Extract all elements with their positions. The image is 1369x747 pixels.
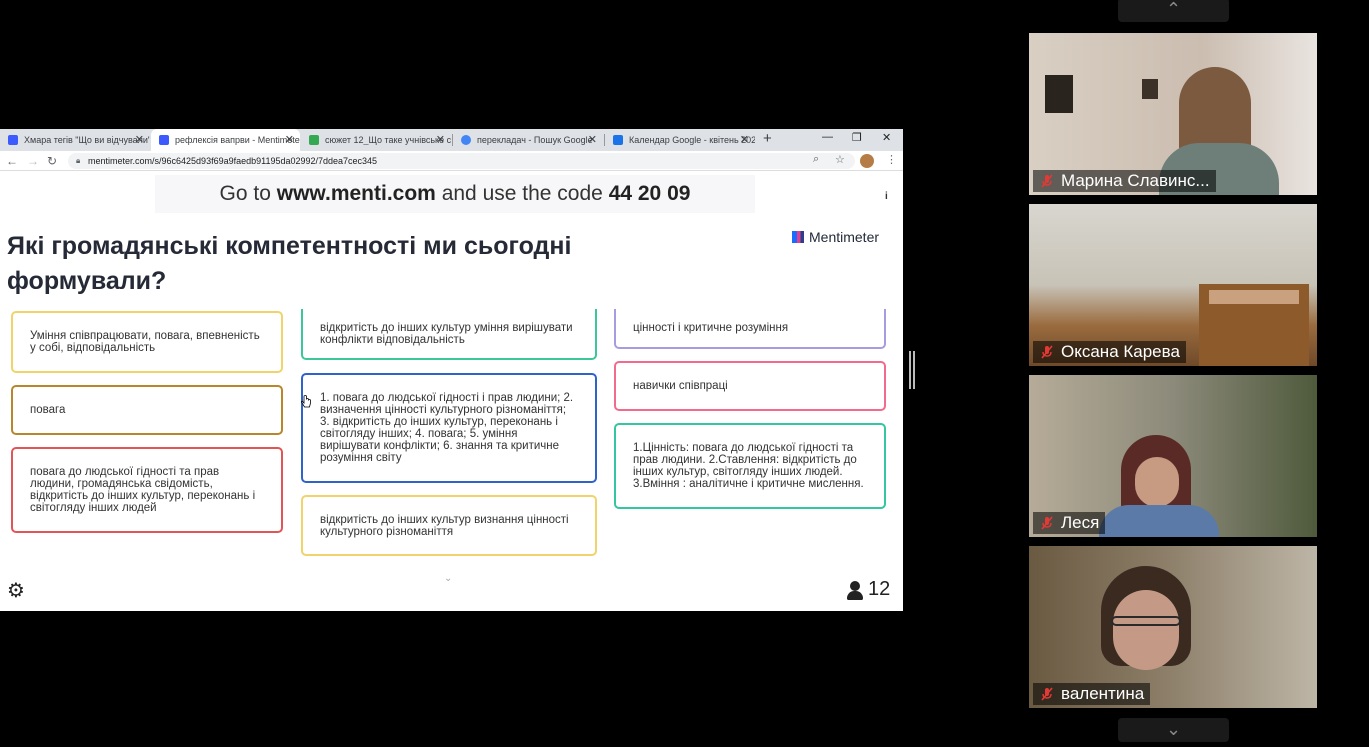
brand-label: Mentimeter — [809, 229, 880, 245]
response-card: навички співпраці — [614, 361, 886, 411]
close-window-icon[interactable]: ✕ — [882, 131, 891, 144]
question-title: Які громадянські компетентності ми сього… — [7, 232, 572, 295]
response-text: повага — [30, 404, 66, 416]
join-code: 44 20 09 — [608, 182, 691, 205]
participant-name: Леся — [1033, 512, 1106, 534]
participant-face — [1113, 590, 1179, 670]
mic-muted-icon — [1041, 687, 1053, 701]
response-text: Уміння співпрацювати, повага, впевненіст… — [30, 330, 260, 354]
response-text: цінності і критичне розуміння — [633, 322, 789, 334]
tab-label: перекладач - Пошук Google — [477, 135, 593, 145]
mentimeter-favicon-icon — [8, 135, 18, 145]
menti-site: www.menti.com — [276, 182, 436, 205]
browser-menu-icon[interactable]: ⋮ — [886, 153, 897, 166]
zoom-icon[interactable]: ⌕ — [813, 153, 819, 166]
forward-icon[interactable]: → — [27, 154, 39, 168]
tab-label: рефлексія вапрви - Mentimeter — [175, 135, 300, 145]
screen: Хмара тегів "Що ви відчували" ✕ рефлексі… — [0, 0, 1369, 747]
response-text: відкритість до інших культур визнання ці… — [320, 513, 569, 538]
scroll-up-button[interactable]: ⌃ — [1118, 0, 1229, 22]
response-card: цінності і критичне розуміння — [614, 309, 886, 349]
close-tab-icon[interactable]: ✕ — [436, 133, 445, 146]
code-middle: and use the code — [441, 182, 603, 205]
restore-icon[interactable]: ❐ — [852, 131, 862, 144]
back-icon[interactable]: ← — [6, 154, 18, 168]
close-tab-icon[interactable]: ✕ — [135, 133, 144, 146]
tab-4[interactable]: перекладач - Пошук Google ✕ — [453, 129, 603, 151]
new-tab-icon[interactable]: + — [763, 130, 772, 147]
tab-label: Календар Google - квітень 2021 — [629, 135, 755, 145]
response-text: відкритість до інших культур уміння вирі… — [320, 321, 573, 346]
tab-label: Хмара тегів "Що ви відчували" — [24, 135, 150, 145]
reload-icon[interactable]: ↻ — [47, 154, 57, 168]
video-tile[interactable]: Оксана Карева — [1029, 204, 1317, 366]
response-card: 1.Цінність: повага до людської гідності … — [614, 423, 886, 509]
address-bar: ← → ↻ 🔒︎ mentimeter.com/s/96c6425d93f69a… — [0, 151, 903, 171]
url-text: mentimeter.com/s/96c6425d93f69a9faedb911… — [88, 156, 378, 166]
mic-muted-icon — [1041, 345, 1053, 359]
participant-silhouette — [1099, 505, 1219, 537]
wall-picture — [1142, 79, 1158, 99]
split-view-handle[interactable] — [909, 351, 915, 389]
wall-picture — [1045, 75, 1073, 113]
mentimeter-logo: Mentimeter — [792, 229, 879, 245]
mentimeter-favicon-icon — [159, 135, 169, 145]
close-tab-icon[interactable]: ✕ — [588, 133, 597, 146]
response-card: повага до людської гідності та прав люди… — [11, 447, 283, 533]
participant-name: валентина — [1033, 683, 1151, 705]
bookmark-star-icon[interactable]: ☆ — [835, 153, 845, 166]
participant-count-value: 12 — [868, 578, 891, 600]
glasses — [1111, 616, 1181, 626]
mic-muted-icon — [1041, 516, 1053, 530]
close-tab-icon[interactable]: ✕ — [740, 133, 749, 146]
profile-avatar[interactable] — [860, 154, 874, 168]
mentimeter-logo-icon — [792, 231, 804, 243]
hand-cursor-icon — [301, 395, 311, 408]
response-text: 1.Цінність: повага до людської гідності … — [633, 442, 864, 490]
video-tile[interactable]: Марина Славинс... — [1029, 33, 1317, 195]
scroll-down-button[interactable]: ⌄ — [1118, 718, 1229, 742]
response-card: Уміння співпрацювати, повага, впевненіст… — [11, 311, 283, 373]
close-tab-icon[interactable]: ✕ — [285, 133, 294, 146]
tab-label: сюжет 12_Що таке учнівське самоврядуванн… — [325, 135, 451, 145]
participant-name: Марина Славинс... — [1033, 170, 1216, 192]
participant-name: Оксана Карева — [1033, 341, 1186, 363]
tab-1[interactable]: Хмара тегів "Що ви відчували" ✕ — [0, 129, 150, 151]
shared-browser-window: Хмара тегів "Що ви відчували" ✕ рефлексі… — [0, 129, 903, 611]
code-prefix: Go to — [219, 182, 271, 205]
info-icon[interactable]: i — [885, 191, 888, 202]
response-card: повага — [11, 385, 283, 435]
chevron-down-icon[interactable]: ⌄ — [444, 573, 452, 584]
join-code-banner: Go to www.menti.com and use the code 44 … — [155, 175, 755, 213]
response-text: повага до людської гідності та прав люди… — [30, 466, 256, 514]
response-card: відкритість до інших культур визнання ці… — [301, 495, 597, 556]
response-text: навички співпраці — [633, 380, 728, 392]
tab-strip: Хмара тегів "Що ви відчували" ✕ рефлексі… — [0, 129, 903, 151]
response-card: 1. повага до людської гідності і прав лю… — [301, 373, 597, 483]
toys-on-shelf — [1209, 290, 1299, 304]
lock-icon: 🔒︎ — [76, 156, 81, 165]
response-card: відкритість до інших культур уміння вирі… — [301, 309, 597, 360]
calendar-favicon-icon — [613, 135, 623, 145]
google-drive-favicon-icon — [309, 135, 319, 145]
participant-count: 12 — [846, 578, 890, 601]
google-favicon-icon — [461, 135, 471, 145]
response-text: 1. повага до людської гідності і прав лю… — [320, 392, 574, 464]
person-icon — [846, 580, 864, 600]
mentimeter-presentation: Go to www.menti.com and use the code 44 … — [0, 171, 903, 611]
mic-muted-icon — [1041, 174, 1053, 188]
minimize-icon[interactable]: — — [822, 131, 833, 143]
url-field[interactable]: 🔒︎ mentimeter.com/s/96c6425d93f69a9faedb… — [68, 153, 855, 169]
video-tile[interactable]: валентина — [1029, 546, 1317, 708]
tab-5[interactable]: Календар Google - квітень 2021 ✕ — [605, 129, 755, 151]
tab-2[interactable]: рефлексія вапрви - Mentimeter ✕ — [151, 129, 300, 151]
participant-face — [1135, 457, 1179, 507]
gear-icon[interactable]: ⚙ — [7, 578, 25, 603]
tab-3[interactable]: сюжет 12_Що таке учнівське самоврядуванн… — [301, 129, 451, 151]
video-tile[interactable]: Леся — [1029, 375, 1317, 537]
